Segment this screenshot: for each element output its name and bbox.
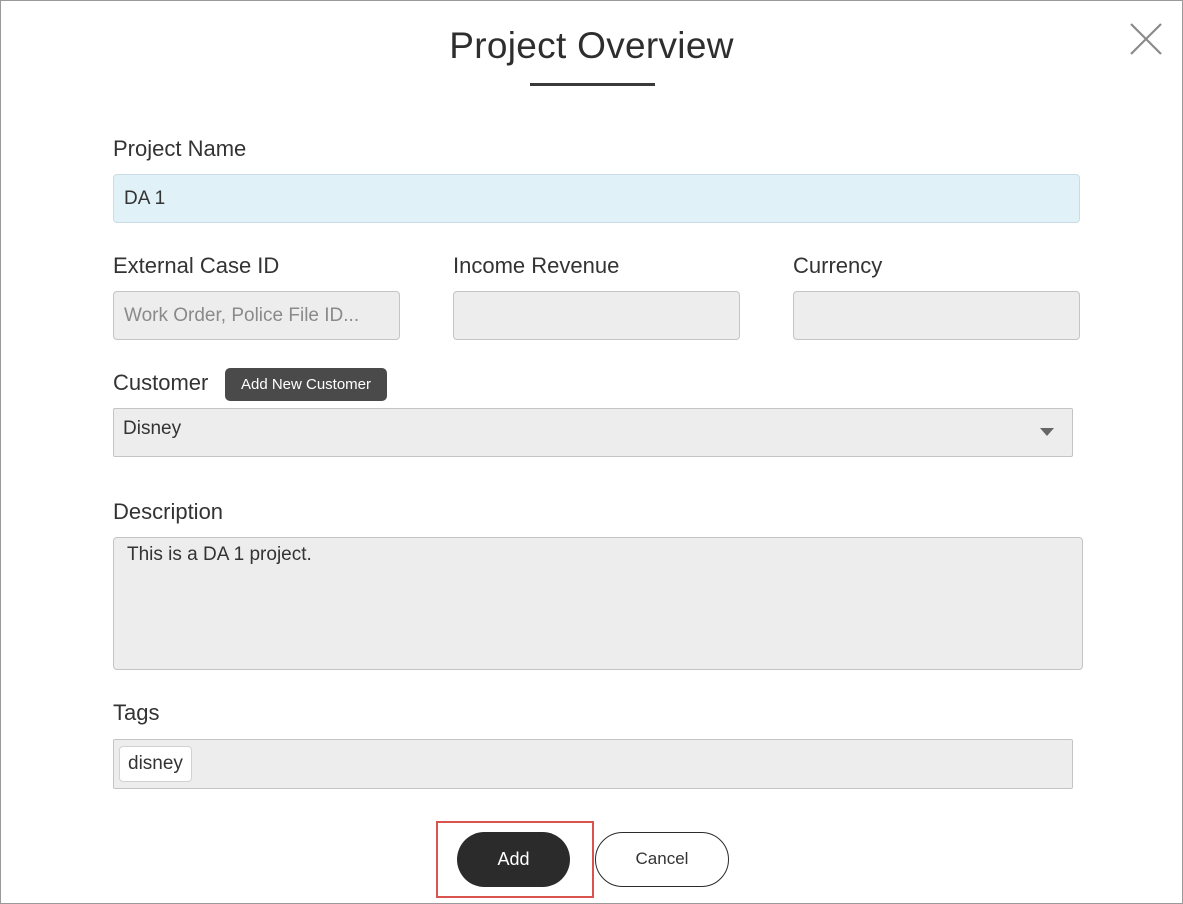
project-name-label: Project Name [113,136,247,161]
close-button[interactable] [1128,21,1164,57]
cancel-button[interactable]: Cancel [595,832,729,887]
project-overview-dialog: Project Overview Project Name External C… [0,0,1183,904]
income-revenue-label: Income Revenue [453,253,620,278]
project-name-input[interactable] [113,174,1080,223]
title-underline [530,83,655,86]
tags-label: Tags [113,700,160,725]
dialog-title: Project Overview [449,25,734,66]
currency-label: Currency [793,253,883,278]
description-label: Description [113,499,224,524]
tags-input[interactable]: disney [113,739,1073,789]
add-new-customer-button[interactable]: Add New Customer [225,368,387,401]
income-revenue-input[interactable] [453,291,740,340]
external-case-id-label: External Case ID [113,253,280,278]
tag-chip[interactable]: disney [119,746,192,782]
currency-input[interactable] [793,291,1080,340]
customer-selected-value: Disney [123,418,182,439]
description-textarea[interactable]: This is a DA 1 project. [113,537,1083,670]
customer-select[interactable]: Disney [113,408,1073,457]
customer-label: Customer [113,370,209,395]
chevron-down-icon [1040,428,1054,436]
close-icon [1130,23,1162,55]
add-button[interactable]: Add [457,832,570,887]
external-case-id-input[interactable] [113,291,400,340]
